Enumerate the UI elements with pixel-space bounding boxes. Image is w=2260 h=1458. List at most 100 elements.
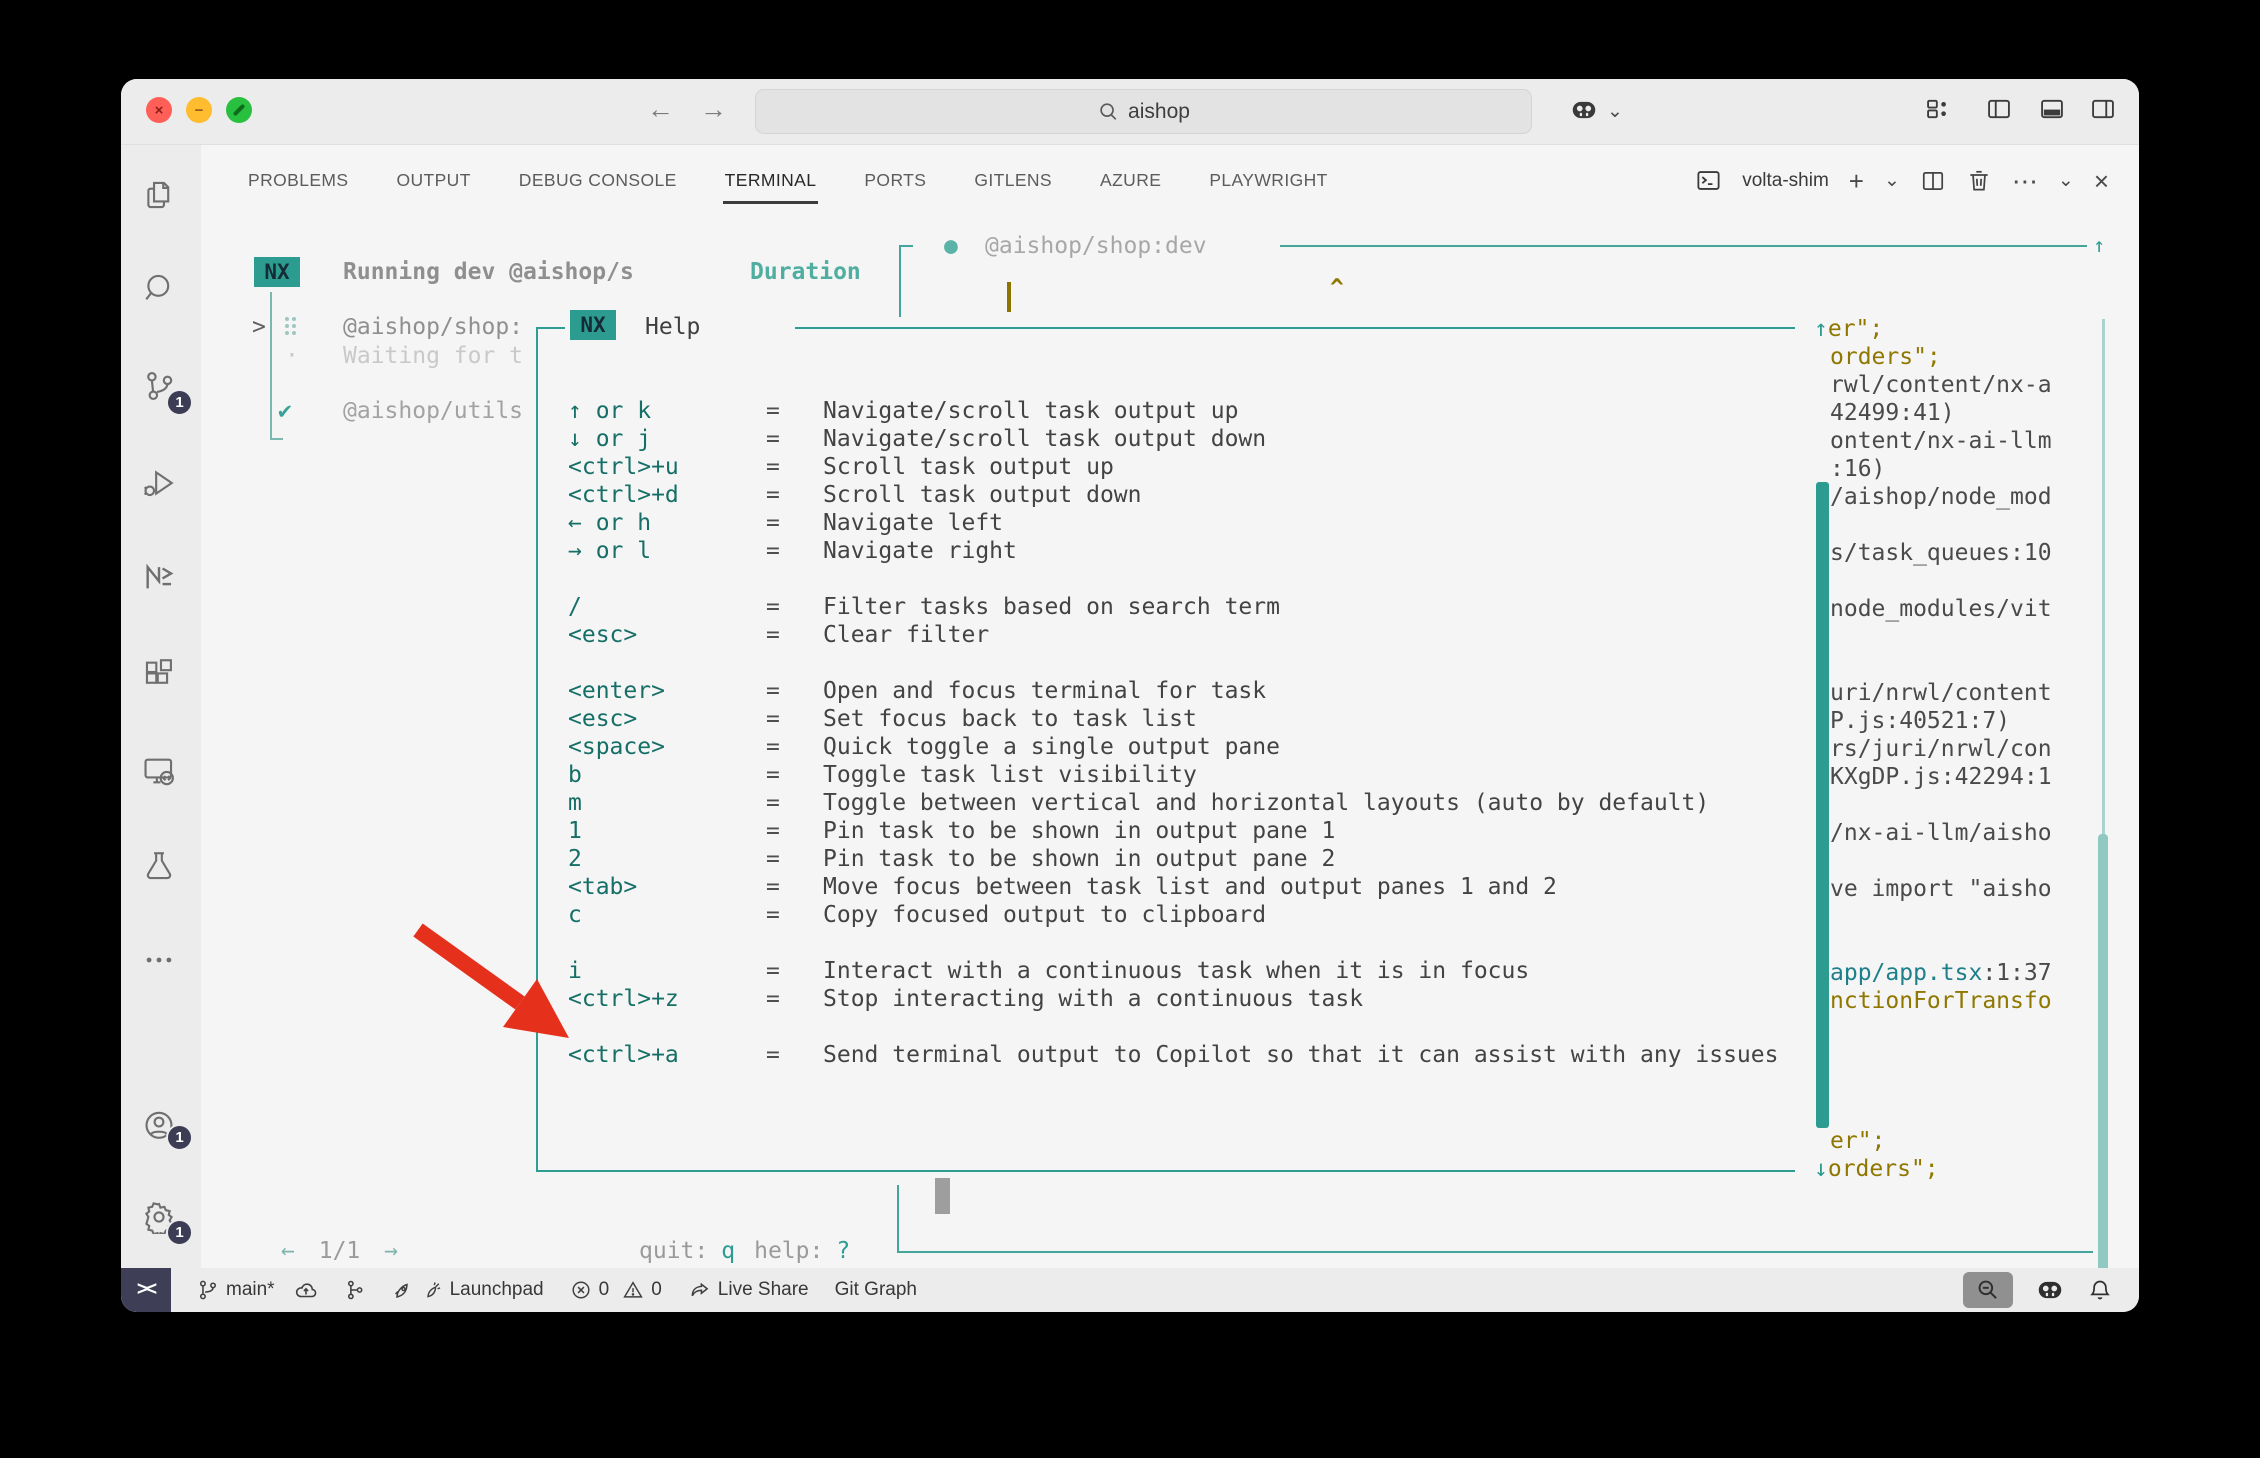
copilot-status-icon[interactable]	[2035, 1275, 2065, 1305]
task-waiting-label: Waiting for t	[343, 342, 523, 370]
output-line: P.js:40521:7)	[1814, 707, 2052, 735]
pager: ← 1/1 →	[281, 1237, 398, 1265]
hide-panel-icon[interactable]: ⌄	[2058, 171, 2074, 190]
output-line	[1814, 623, 2052, 651]
run-debug-icon[interactable]	[142, 466, 176, 500]
zoom-window-button[interactable]	[226, 97, 252, 123]
sync-cloud-icon[interactable]	[294, 1278, 318, 1302]
help-row: /=Filter tasks based on search term	[568, 593, 1778, 621]
explorer-icon[interactable]	[142, 178, 176, 212]
copilot-chevron-icon[interactable]: ⌄	[1607, 100, 1623, 123]
git-branch-icon	[197, 1279, 219, 1301]
scroll-up-hint-icon: ↑	[2093, 231, 2105, 259]
output-line: ↑er";	[1814, 315, 2052, 343]
output-line: ↓orders";	[1814, 1155, 2052, 1183]
testing-icon[interactable]	[142, 849, 176, 883]
right-scrollbar-thumb-dark[interactable]	[1816, 482, 1829, 1128]
tab-problems[interactable]: PROBLEMS	[248, 170, 348, 191]
help-row: <tab>=Move focus between task list and o…	[568, 873, 1778, 901]
pane1-caret: ^	[1330, 274, 1344, 302]
tab-azure[interactable]: AZURE	[1100, 170, 1161, 191]
command-center-search[interactable]: aishop	[755, 89, 1532, 134]
nx-badge: NX	[254, 257, 300, 287]
toggle-panel-icon[interactable]	[2038, 95, 2066, 123]
output-line	[1814, 567, 2052, 595]
nx-console-icon[interactable]	[142, 560, 176, 594]
activity-bar: 1 1 1	[121, 145, 201, 1268]
help-row: m=Toggle between vertical and horizontal…	[568, 789, 1778, 817]
task-row-label[interactable]: @aishop/shop:	[343, 313, 523, 341]
close-window-button[interactable]: ×	[146, 97, 172, 123]
help-row: ↓ or j=Navigate/scroll task output down	[568, 425, 1778, 453]
forward-icon[interactable]: →	[700, 94, 727, 125]
copilot-icon[interactable]	[1569, 95, 1599, 125]
launchpad-status-item[interactable]: Launchpad	[392, 1278, 544, 1302]
terminal-icon	[1695, 167, 1722, 194]
output-line	[1814, 847, 2052, 875]
output-line: uri/nrwl/content	[1814, 679, 2052, 707]
accounts-badge: 1	[166, 1124, 193, 1151]
toggle-primary-sidebar-icon[interactable]	[1985, 95, 2013, 123]
help-row: → or l=Navigate right	[568, 537, 1778, 565]
tab-terminal[interactable]: TERMINAL	[725, 170, 817, 191]
tab-playwright[interactable]: PLAYWRIGHT	[1209, 170, 1327, 191]
task-waiting-bullet: ·	[285, 342, 299, 370]
output-line: ontent/nx-ai-llm	[1814, 427, 2052, 455]
kill-terminal-icon[interactable]	[1966, 168, 1992, 194]
extensions-icon[interactable]	[142, 656, 176, 690]
terminal-instance-name[interactable]: volta-shim	[1742, 170, 1829, 192]
tab-output[interactable]: OUTPUT	[396, 170, 470, 191]
panel-more-actions-icon[interactable]: ⋯	[2012, 168, 2038, 194]
quit-help-hint: quit:qhelp:?	[639, 1237, 850, 1265]
help-row: <ctrl>+u=Scroll task output up	[568, 453, 1778, 481]
pane1-corner	[899, 245, 913, 317]
search-sidebar-icon[interactable]	[142, 271, 176, 305]
live-share-status-item[interactable]: Live Share	[688, 1279, 809, 1302]
help-row: <enter>=Open and focus terminal for task	[568, 677, 1778, 705]
help-box-bottom-border	[536, 1170, 1795, 1172]
task-done-label[interactable]: @aishop/utils	[343, 397, 523, 425]
pager-next-icon[interactable]: →	[384, 1238, 398, 1264]
edge-scrollbar-thumb[interactable]	[2098, 834, 2108, 1312]
pager-prev-icon[interactable]: ←	[281, 1238, 295, 1264]
remote-indicator-button[interactable]: ><	[121, 1268, 171, 1312]
more-views-icon[interactable]	[142, 943, 176, 977]
split-terminal-icon[interactable]	[1920, 168, 1946, 194]
problems-status-item[interactable]: 0 0	[570, 1279, 662, 1301]
tab-debug-console[interactable]: DEBUG CONSOLE	[519, 170, 677, 191]
help-row: ← or h=Navigate left	[568, 509, 1778, 537]
remote-explorer-icon[interactable]	[142, 754, 176, 788]
output-line: app/app.tsx:1:37	[1814, 959, 2052, 987]
output-line	[1814, 1043, 2052, 1071]
output-line: orders";	[1814, 343, 2052, 371]
tab-gitlens[interactable]: GITLENS	[974, 170, 1052, 191]
output-line	[1814, 651, 2052, 679]
help-row: 1=Pin task to be shown in output pane 1	[568, 817, 1778, 845]
duration-column-label: Duration	[750, 258, 861, 286]
pane1-title: @aishop/shop:dev	[985, 232, 1207, 260]
quit-label: quit:	[639, 1238, 708, 1264]
minimize-window-button[interactable]: −	[186, 97, 212, 123]
new-terminal-icon[interactable]: +	[1849, 168, 1864, 194]
search-icon	[1097, 101, 1119, 123]
vscode-window: × − ← → aishop ⌄	[121, 79, 2139, 1312]
toggle-secondary-sidebar-icon[interactable]	[2089, 95, 2117, 123]
output-line: nctionForTransfo	[1814, 987, 2052, 1015]
zoom-indicator[interactable]	[1963, 1272, 2013, 1308]
scm-graph-status-item[interactable]	[344, 1279, 366, 1301]
help-row: <space>=Quick toggle a single output pan…	[568, 733, 1778, 761]
new-terminal-dropdown-icon[interactable]: ⌄	[1884, 171, 1900, 190]
terminal-cursor	[1007, 282, 1011, 312]
output-line	[1814, 1015, 2052, 1043]
git-graph-status-item[interactable]: Git Graph	[835, 1279, 917, 1301]
output-line: /nx-ai-llm/aisho	[1814, 819, 2052, 847]
branch-name: main*	[226, 1279, 275, 1301]
customize-layout-icon[interactable]	[1924, 95, 1952, 123]
close-panel-icon[interactable]: ×	[2094, 168, 2109, 194]
output-line	[1814, 791, 2052, 819]
back-icon[interactable]: ←	[647, 94, 674, 125]
notifications-bell-icon[interactable]	[2087, 1277, 2113, 1303]
source-control-badge: 1	[166, 389, 193, 416]
tab-ports[interactable]: PORTS	[864, 170, 926, 191]
branch-status-item[interactable]: main*	[197, 1278, 318, 1302]
